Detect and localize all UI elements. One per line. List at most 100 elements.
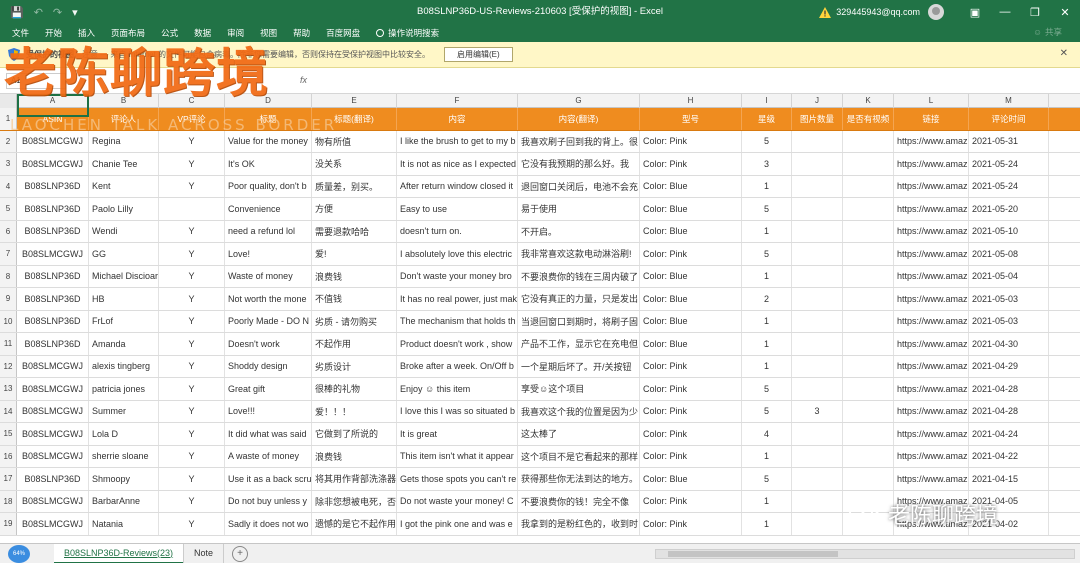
cell-date[interactable]: 2021-04-15 [969,468,1049,490]
cell-vp[interactable]: Y [159,355,225,377]
customize-qat-icon[interactable]: ▾ [72,6,78,19]
cell-images[interactable] [792,198,843,220]
cell-date[interactable]: 2021-04-22 [969,445,1049,467]
tab-home[interactable]: 开始 [45,27,62,39]
cell-stars[interactable]: 3 [742,153,792,175]
cell-vp[interactable]: Y [159,333,225,355]
horizontal-scrollbar[interactable] [655,549,1075,559]
sheet-tab-reviews[interactable]: B08SLNP36D-Reviews(23) [54,543,184,563]
cell-title-cn[interactable]: 方便 [312,198,397,220]
cell-link[interactable]: https://www.amaz [894,198,969,220]
cell-content[interactable]: I love this I was so situated b [397,400,518,422]
cell-asin[interactable]: B08SLMCGWJ [17,355,89,377]
cell-title-cn[interactable]: 爱！！！ [312,400,397,422]
row-header[interactable]: 19 [0,513,17,535]
cell-video[interactable] [843,333,894,355]
cell-reviewer[interactable]: patricia jones [89,378,159,400]
cell-model[interactable]: Color: Pink [640,445,742,467]
cell-video[interactable] [843,445,894,467]
cell-content[interactable]: It is great [397,423,518,445]
cell-content-cn[interactable]: 这个项目不是它看起来的那样 [518,445,640,467]
tell-me-search[interactable]: 操作说明搜索 [376,27,439,39]
column-header-f[interactable]: F [397,94,518,108]
ribbon-display-options-icon[interactable]: ▣ [960,0,990,24]
cell-content-cn[interactable]: 这太棒了 [518,423,640,445]
cell-stars[interactable]: 1 [742,265,792,287]
column-header-k[interactable]: K [843,94,894,108]
cell-content[interactable]: Easy to use [397,198,518,220]
cell-link[interactable]: https://www.amaz [894,130,969,152]
cell-content-cn[interactable]: 获得那些你无法到达的地方。 [518,468,640,490]
row-header[interactable]: 4 [0,175,17,197]
cell-vp[interactable]: Y [159,288,225,310]
cell-title[interactable]: Doesn't work [225,333,312,355]
row-header[interactable]: 16 [0,445,17,467]
tab-data[interactable]: 数据 [194,27,211,39]
cell-images[interactable] [792,130,843,152]
cell-reviewer[interactable]: HB [89,288,159,310]
account-name[interactable]: 329445943@qq.com [836,7,920,17]
tab-baidu-netdisk[interactable]: 百度网盘 [326,27,360,39]
cell-vp[interactable]: Y [159,220,225,242]
cell-date[interactable]: 2021-05-20 [969,198,1049,220]
cell-content[interactable]: The mechanism that holds th [397,310,518,332]
cell-vp[interactable]: Y [159,513,225,535]
cell-images[interactable] [792,513,843,535]
cell-model[interactable]: Color: Blue [640,265,742,287]
cell-content[interactable]: Enjoy ☺ this item [397,378,518,400]
cell-title[interactable]: Convenience [225,198,312,220]
header-cell-images[interactable]: 图片数量 [792,108,843,130]
cell-video[interactable] [843,130,894,152]
column-header-i[interactable]: I [742,94,792,108]
cell-stars[interactable]: 5 [742,198,792,220]
cell-model[interactable]: Color: Pink [640,378,742,400]
redo-icon[interactable]: ↷ [53,6,62,19]
row-header[interactable]: 8 [0,265,17,287]
header-cell-video[interactable]: 是否有视频 [843,108,894,130]
cell-date[interactable]: 2021-04-28 [969,378,1049,400]
add-sheet-icon[interactable]: + [232,545,249,562]
cell-reviewer[interactable]: Chanie Tee [89,153,159,175]
cell-title-cn[interactable]: 除非您想被电死，否 [312,490,397,512]
cell-images[interactable] [792,355,843,377]
cell-title[interactable]: Use it as a back scru [225,468,312,490]
cell-images[interactable] [792,243,843,265]
cell-reviewer[interactable]: Amanda [89,333,159,355]
cell-title[interactable]: Shoddy design [225,355,312,377]
cell-images[interactable] [792,468,843,490]
cell-stars[interactable]: 1 [742,175,792,197]
cell-model[interactable]: Color: Blue [640,310,742,332]
cell-title-cn[interactable]: 不值钱 [312,288,397,310]
tab-insert[interactable]: 插入 [78,27,95,39]
cell-title[interactable]: Sadly it does not wo [225,513,312,535]
cell-title[interactable]: Poorly Made - DO N [225,310,312,332]
row-header[interactable]: 12 [0,355,17,377]
cell-date[interactable]: 2021-05-24 [969,175,1049,197]
row-header[interactable]: 3 [0,153,17,175]
row-header[interactable]: 10 [0,310,17,332]
row-header[interactable]: 17 [0,468,17,490]
cell-content-cn[interactable]: 我非常喜欢这款电动淋浴刷! [518,243,640,265]
cell-title-cn[interactable]: 劣质 - 请勿购买 [312,310,397,332]
cell-title-cn[interactable]: 不起作用 [312,333,397,355]
cell-title-cn[interactable]: 浪费钱 [312,265,397,287]
tab-file[interactable]: 文件 [12,27,29,39]
cell-reviewer[interactable]: GG [89,243,159,265]
cell-reviewer[interactable]: alexis tingberg [89,355,159,377]
cell-date[interactable]: 2021-05-04 [969,265,1049,287]
cell-stars[interactable]: 1 [742,445,792,467]
column-header-g[interactable]: G [518,94,640,108]
header-cell-content[interactable]: 内容 [397,108,518,130]
cell-stars[interactable]: 2 [742,288,792,310]
cell-stars[interactable]: 5 [742,243,792,265]
cell-reviewer[interactable]: BarbarAnne [89,490,159,512]
column-header-j[interactable]: J [792,94,843,108]
cell-content[interactable]: I got the pink one and was e [397,513,518,535]
cell-date[interactable]: 2021-04-24 [969,423,1049,445]
cell-vp[interactable]: Y [159,445,225,467]
cell-images[interactable] [792,153,843,175]
cell-images[interactable] [792,265,843,287]
cell-date[interactable]: 2021-04-29 [969,355,1049,377]
tab-view[interactable]: 视图 [260,27,277,39]
cell-video[interactable] [843,153,894,175]
